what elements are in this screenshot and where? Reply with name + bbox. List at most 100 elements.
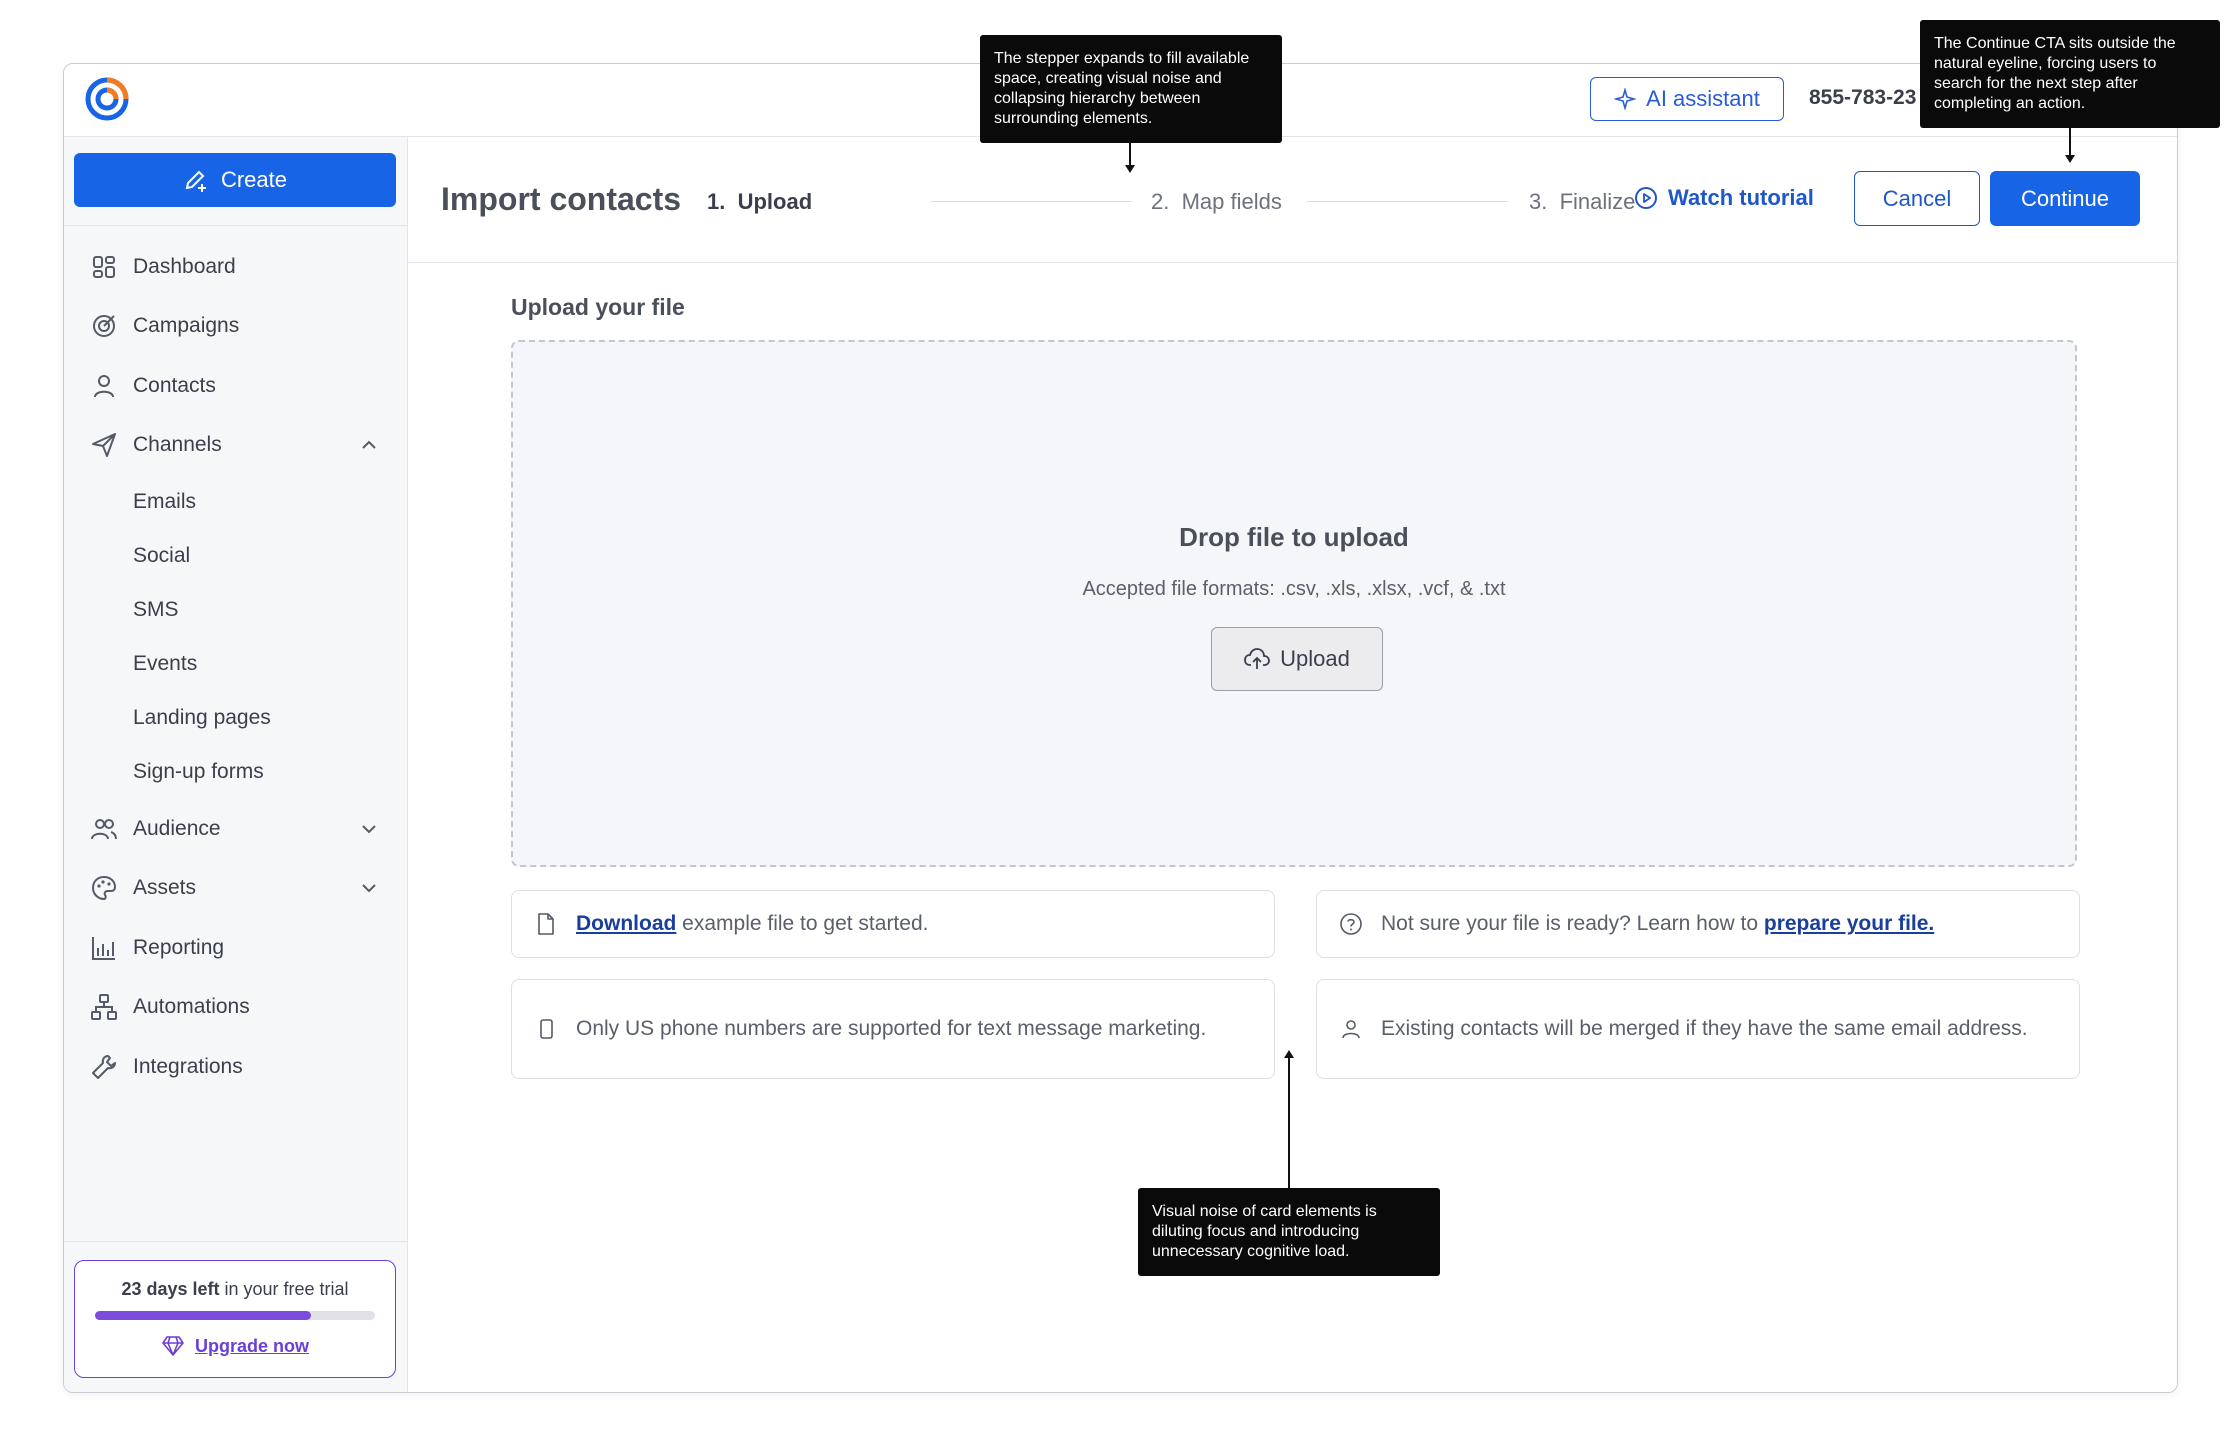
trial-progress-fill — [95, 1311, 311, 1320]
step-number: 3. — [1529, 189, 1548, 214]
annotation-arrow — [1129, 141, 1131, 167]
info-card-merge: Existing contacts will be merged if they… — [1316, 979, 2080, 1079]
ai-assistant-label: AI assistant — [1646, 86, 1760, 111]
step-number: 2. — [1151, 189, 1170, 214]
accepted-formats: Accepted file formats: .csv, .xls, .xlsx… — [1082, 578, 1506, 600]
app-window: AI assistant 855-783-23 Create Dashboard — [63, 63, 2178, 1393]
trial-text: 23 days left in your free trial — [75, 1279, 395, 1300]
sidebar-item-audience[interactable]: Audience — [64, 799, 407, 859]
sidebar: Create Dashboard Campaigns Contacts Chan… — [64, 137, 408, 1392]
stepper-connector — [1307, 201, 1507, 202]
person-icon — [1342, 1020, 1360, 1039]
upgrade-link[interactable]: Upgrade now — [75, 1335, 395, 1357]
sidebar-item-label: Contacts — [133, 373, 216, 397]
upload-label: Upload — [1280, 646, 1350, 671]
phone-icon — [540, 1019, 553, 1039]
annotation-cards: Visual noise of card elements is dilutin… — [1138, 1188, 1440, 1276]
cancel-button[interactable]: Cancel — [1854, 171, 1980, 226]
dropzone-title: Drop file to upload — [1179, 522, 1409, 552]
watch-tutorial-label: Watch tutorial — [1668, 185, 1814, 210]
sidebar-item-label: Channels — [133, 433, 222, 457]
download-text: Download example file to get started. — [576, 908, 1254, 940]
sidebar-item-contacts[interactable]: Contacts — [64, 356, 407, 416]
sidebar-nav: Dashboard Campaigns Contacts Channels Em… — [64, 237, 407, 1097]
audience-icon — [91, 818, 117, 840]
sidebar-item-automations[interactable]: Automations — [64, 978, 407, 1038]
sidebar-item-reporting[interactable]: Reporting — [64, 918, 407, 978]
document-icon — [538, 913, 554, 935]
chevron-down-icon[interactable] — [359, 878, 379, 898]
info-card-download: Download example file to get started. — [511, 890, 1275, 958]
prepare-text: Not sure your file is ready? Learn how t… — [1381, 908, 2059, 940]
diamond-icon — [162, 1336, 184, 1356]
annotation-arrow — [1288, 1058, 1290, 1188]
ai-assistant-button[interactable]: AI assistant — [1590, 77, 1784, 121]
sidebar-item-label: Campaigns — [133, 314, 240, 338]
sidebar-item-dashboard[interactable]: Dashboard — [64, 237, 407, 297]
campaigns-icon — [93, 315, 115, 338]
sidebar-item-campaigns[interactable]: Campaigns — [64, 297, 407, 357]
trial-progress-bar — [95, 1311, 375, 1320]
sidebar-subitem-events[interactable]: Events — [64, 637, 407, 691]
create-button[interactable]: Create — [74, 153, 396, 207]
info-card-phone: Only US phone numbers are supported for … — [511, 979, 1275, 1079]
annotation-continue: The Continue CTA sits outside the natura… — [1920, 20, 2220, 128]
chart-icon — [92, 936, 115, 960]
sidebar-item-channels[interactable]: Channels — [64, 416, 407, 476]
help-circle-icon — [1340, 913, 1362, 935]
step-finalize: 3. Finalize — [1529, 189, 1635, 215]
sparkle-icon — [1614, 88, 1637, 110]
wrench-icon — [92, 1054, 116, 1079]
sidebar-item-label: Integrations — [133, 1054, 243, 1078]
sidebar-subitem-emails[interactable]: Emails — [64, 475, 407, 529]
annotation-stepper: The stepper expands to fill available sp… — [980, 35, 1282, 143]
page-title: Import contacts — [441, 181, 682, 217]
upload-button[interactable]: Upload — [1211, 627, 1383, 691]
sidebar-subitem-social[interactable]: Social — [64, 529, 407, 583]
prepare-file-link[interactable]: prepare your file. — [1764, 912, 1934, 935]
logo-icon[interactable] — [84, 76, 130, 122]
page-header: Import contacts 1. Upload 2. Map fields … — [409, 137, 2177, 263]
cloud-upload-icon — [1244, 648, 1271, 669]
sidebar-item-integrations[interactable]: Integrations — [64, 1037, 407, 1097]
person-icon — [94, 374, 114, 398]
continue-button[interactable]: Continue — [1990, 171, 2140, 226]
sidebar-item-label: Automations — [133, 995, 250, 1019]
trial-days: 23 days left — [121, 1279, 220, 1299]
sidebar-subitem-sms[interactable]: SMS — [64, 583, 407, 637]
download-link[interactable]: Download — [576, 912, 676, 935]
phone-support-text: Only US phone numbers are supported for … — [576, 1017, 1207, 1040]
merge-text: Existing contacts will be merged if they… — [1381, 1017, 2028, 1040]
support-phone[interactable]: 855-783-23 — [1809, 86, 1916, 110]
sidebar-subitem-signup-forms[interactable]: Sign-up forms — [64, 745, 407, 799]
palette-icon — [91, 876, 117, 901]
flow-icon — [91, 994, 117, 1021]
send-icon — [92, 433, 116, 458]
sidebar-item-assets[interactable]: Assets — [64, 859, 407, 919]
section-title: Upload your file — [511, 294, 685, 320]
step-label: Upload — [737, 189, 813, 214]
arrow-head-icon — [2065, 155, 2075, 163]
sidebar-item-label: Audience — [133, 816, 221, 840]
sidebar-divider — [64, 1241, 407, 1242]
sidebar-item-label: Assets — [133, 876, 197, 900]
arrow-head-icon — [1284, 1050, 1294, 1058]
step-upload: 1. Upload — [707, 189, 812, 215]
sidebar-item-label: Reporting — [133, 935, 225, 959]
create-label: Create — [220, 167, 288, 192]
chevron-up-icon[interactable] — [359, 435, 379, 455]
chevron-down-icon[interactable] — [359, 819, 379, 839]
step-map-fields: 2. Map fields — [1151, 189, 1282, 215]
stepper-connector — [931, 201, 1131, 202]
watch-tutorial-link[interactable]: Watch tutorial — [1634, 185, 1814, 211]
download-rest-text: example file to get started. — [676, 912, 929, 935]
play-circle-icon — [1635, 187, 1657, 209]
pen-plus-icon — [185, 170, 206, 192]
trial-card: 23 days left in your free trial Upgrade … — [74, 1260, 396, 1378]
step-label: Finalize — [1559, 189, 1636, 214]
arrow-head-icon — [1125, 165, 1135, 173]
sidebar-subitem-landing-pages[interactable]: Landing pages — [64, 691, 407, 745]
file-dropzone[interactable]: Drop file to upload Accepted file format… — [511, 340, 2077, 867]
sidebar-item-label: Dashboard — [133, 254, 236, 278]
annotation-arrow — [2069, 127, 2071, 157]
